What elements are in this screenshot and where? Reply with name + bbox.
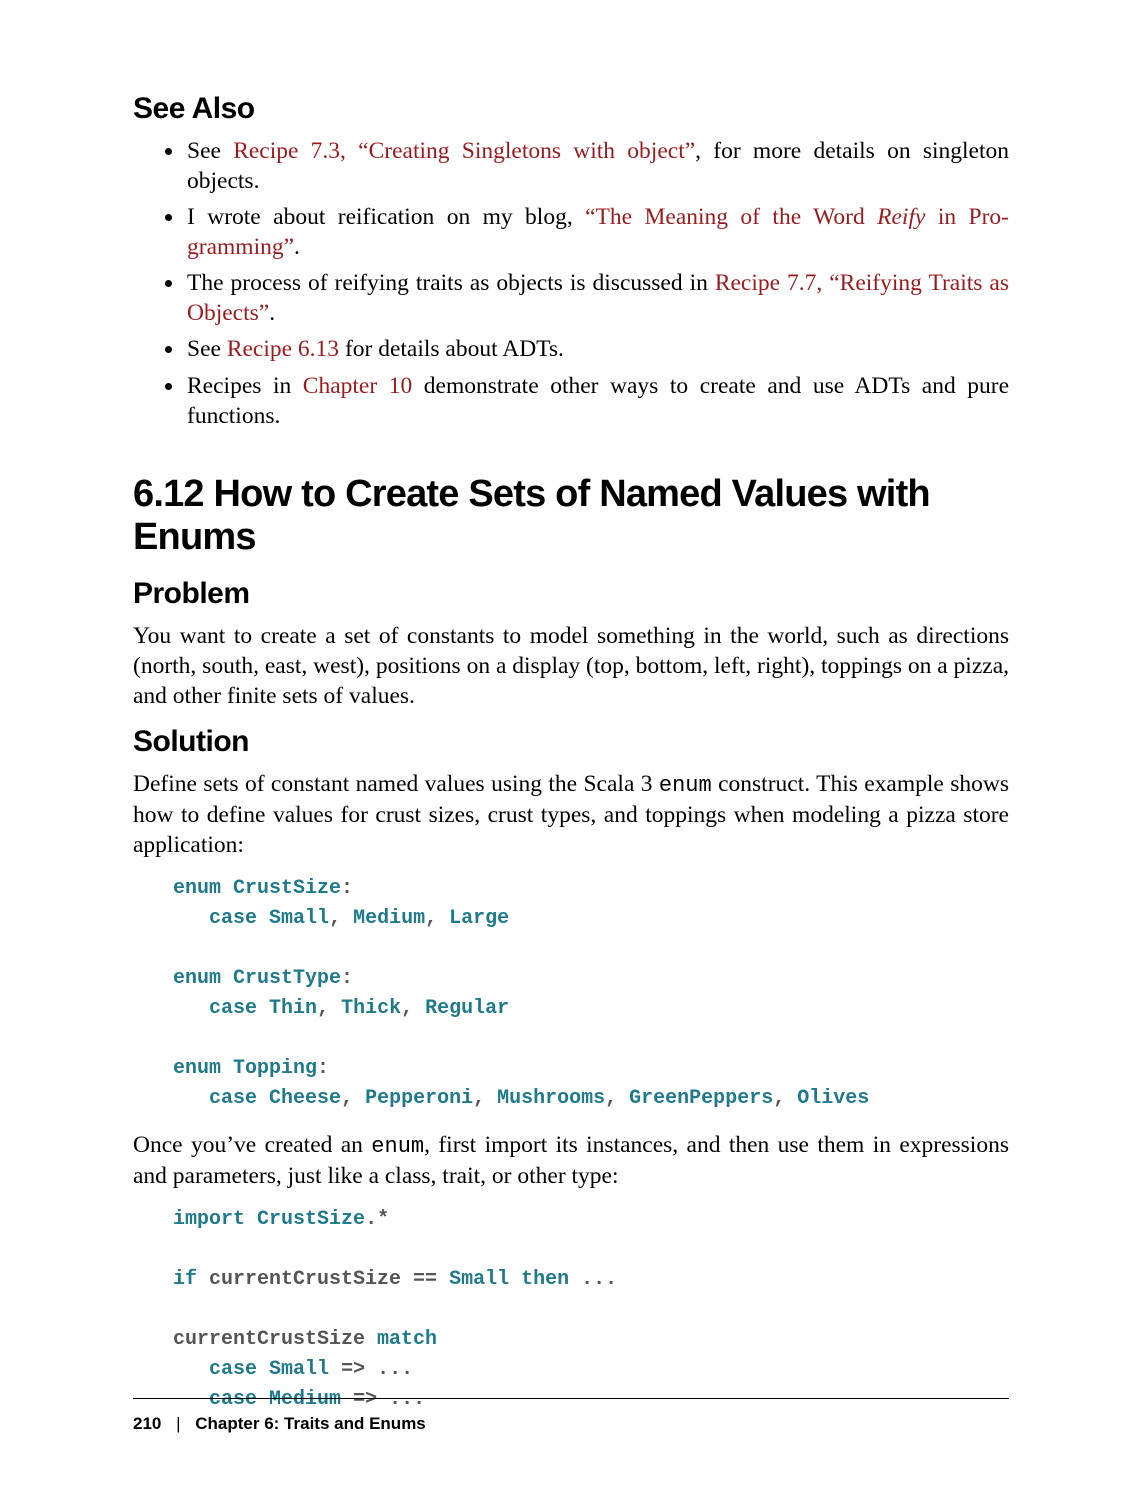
text: Define sets of constant named values usi… <box>133 771 659 797</box>
page-content: See Also See Recipe 7.3, “Creating Singl… <box>133 92 1009 1431</box>
inline-code-enum: enum <box>659 773 712 798</box>
list-item: I wrote about reification on my blog, “T… <box>185 202 1009 262</box>
solution-paragraph-1: Define sets of constant named values usi… <box>133 769 1009 860</box>
text: Once you’ve created an <box>133 1132 371 1158</box>
text: . <box>269 300 275 326</box>
page-footer: 210 | Chapter 6: Traits and Enums <box>133 1414 426 1434</box>
text: I wrote about reification on my blog, <box>187 204 585 230</box>
list-item: Recipes in Chapter 10 demonstrate other … <box>185 371 1009 431</box>
footer-rule <box>133 1398 1009 1399</box>
link-chapter-10[interactable]: Chapter 10 <box>303 373 412 399</box>
text: See <box>187 336 227 362</box>
list-item: See Recipe 6.13 for details about ADTs. <box>185 334 1009 364</box>
text: The process of reifying traits as object… <box>187 270 715 296</box>
section-heading-6-12: 6.12 How to Create Sets of Named Values … <box>133 473 1009 559</box>
code-block-enum-usage: import CrustSize.* if currentCrustSize =… <box>173 1205 1009 1415</box>
text: See <box>187 138 233 164</box>
list-item: See Recipe 7.3, “Creating Singletons wit… <box>185 136 1009 196</box>
code-block-enum-defs: enum CrustSize: case Small, Medium, Larg… <box>173 874 1009 1114</box>
link-recipe-6-13[interactable]: Recipe 6.13 <box>227 336 339 362</box>
text: Recipes in <box>187 373 303 399</box>
heading-see-also: See Also <box>133 92 1009 126</box>
text: . <box>294 234 300 260</box>
heading-solution: Solution <box>133 725 1009 759</box>
list-item: The process of reifying traits as object… <box>185 268 1009 328</box>
inline-code-enum: enum <box>371 1134 424 1159</box>
problem-paragraph: You want to create a set of constants to… <box>133 621 1009 711</box>
heading-problem: Problem <box>133 577 1009 611</box>
page-number: 210 <box>133 1414 161 1433</box>
link-recipe-7-3[interactable]: Recipe 7.3, “Creating Singletons with ob… <box>233 138 695 164</box>
solution-paragraph-2: Once you’ve created an enum, first impor… <box>133 1130 1009 1191</box>
text: for details about ADTs. <box>339 336 564 362</box>
footer-separator: | <box>176 1414 180 1433</box>
chapter-title: Chapter 6: Traits and Enums <box>195 1414 426 1433</box>
see-also-list: See Recipe 7.3, “Creating Singletons wit… <box>133 136 1009 431</box>
